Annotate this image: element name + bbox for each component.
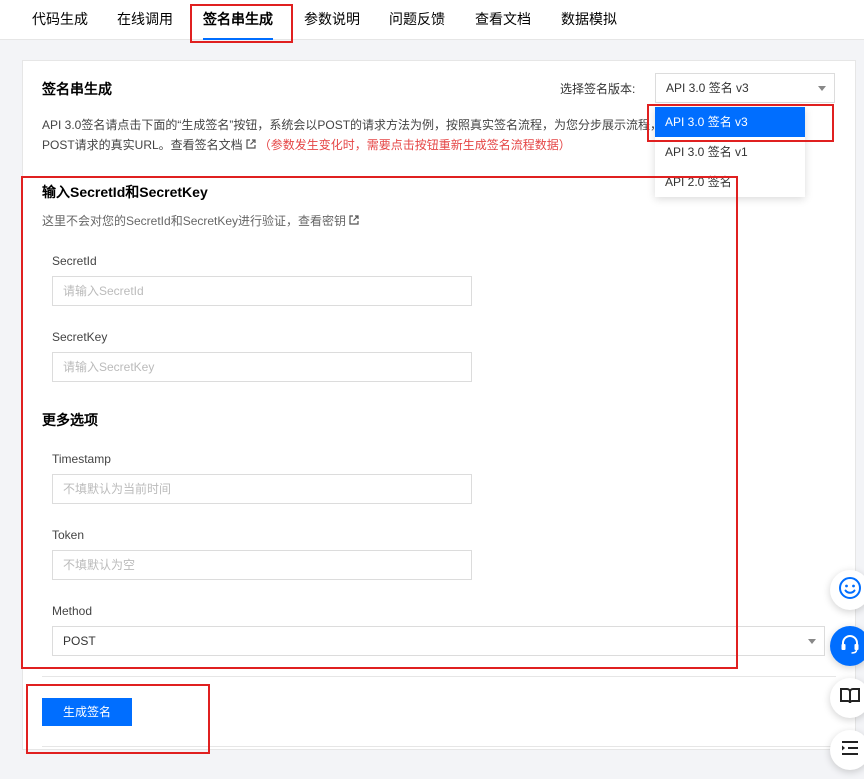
- description-note: （参数发生变化时，需要点击按钮重新生成签名流程数据）: [258, 138, 571, 152]
- method-select-value: POST: [63, 634, 96, 648]
- tab-parameter-description[interactable]: 参数说明: [304, 0, 360, 40]
- credentials-section-title: 输入SecretId和SecretKey: [42, 184, 208, 200]
- tab-data-mock[interactable]: 数据模拟: [561, 0, 617, 40]
- version-option-v1[interactable]: API 3.0 签名 v1: [655, 137, 805, 167]
- method-label: Method: [52, 604, 93, 618]
- customer-service-button[interactable]: [830, 626, 864, 666]
- token-input[interactable]: [52, 550, 472, 580]
- secret-key-label: SecretKey: [52, 330, 108, 344]
- smiley-assistant-button[interactable]: [830, 570, 864, 610]
- book-icon: [838, 684, 862, 713]
- divider: [42, 746, 836, 747]
- panel-title: 签名串生成: [42, 81, 112, 97]
- tab-bar: 代码生成 在线调用 签名串生成 参数说明 问题反馈 查看文档 数据模拟: [0, 0, 864, 40]
- docs-button[interactable]: [830, 678, 864, 718]
- chevron-down-icon: [818, 86, 826, 91]
- menu-button[interactable]: [830, 730, 864, 770]
- external-link-icon[interactable]: [246, 139, 256, 152]
- tab-online-call[interactable]: 在线调用: [117, 0, 173, 40]
- version-option-api2[interactable]: API 2.0 签名: [655, 167, 805, 197]
- timestamp-label: Timestamp: [52, 452, 111, 466]
- description-line-2: POST请求的真实URL。查看签名文档 （参数发生变化时，需要点击按钮重新生成签名…: [42, 136, 571, 153]
- timestamp-input[interactable]: [52, 474, 472, 504]
- options-section-title: 更多选项: [42, 412, 98, 428]
- secret-key-input[interactable]: [52, 352, 472, 382]
- version-dropdown: API 3.0 签名 v3 API 3.0 签名 v1 API 2.0 签名: [655, 107, 805, 197]
- external-link-icon[interactable]: [349, 215, 359, 228]
- version-select-value: API 3.0 签名 v3: [666, 81, 749, 95]
- tab-feedback[interactable]: 问题反馈: [389, 0, 445, 40]
- generate-signature-button[interactable]: 生成签名: [42, 698, 132, 726]
- headset-icon: [838, 632, 862, 661]
- secret-id-label: SecretId: [52, 254, 97, 268]
- version-option-v3[interactable]: API 3.0 签名 v3: [655, 107, 805, 137]
- tab-signature-generation[interactable]: 签名串生成: [203, 0, 273, 40]
- version-select[interactable]: API 3.0 签名 v3: [655, 73, 835, 103]
- credentials-hint: 这里不会对您的SecretId和SecretKey进行验证，查看密钥: [42, 212, 362, 229]
- divider: [42, 676, 836, 677]
- view-keys-link[interactable]: 这里不会对您的SecretId和SecretKey进行验证，查看密钥: [42, 214, 346, 228]
- version-label: 选择签名版本:: [560, 82, 636, 96]
- chevron-down-icon: [808, 639, 816, 644]
- tab-code-generation[interactable]: 代码生成: [32, 0, 88, 40]
- secret-id-input[interactable]: [52, 276, 472, 306]
- signature-doc-link[interactable]: POST请求的真实URL。查看签名文档: [42, 138, 243, 152]
- token-label: Token: [52, 528, 85, 542]
- method-select[interactable]: POST: [52, 626, 825, 656]
- description-line-1: API 3.0签名请点击下面的“生成签名”按钮，系统会以POST的请求方法为例，…: [42, 118, 663, 132]
- smiley-icon: [838, 576, 862, 605]
- tab-view-docs[interactable]: 查看文档: [475, 0, 531, 40]
- list-indent-icon: [838, 736, 862, 765]
